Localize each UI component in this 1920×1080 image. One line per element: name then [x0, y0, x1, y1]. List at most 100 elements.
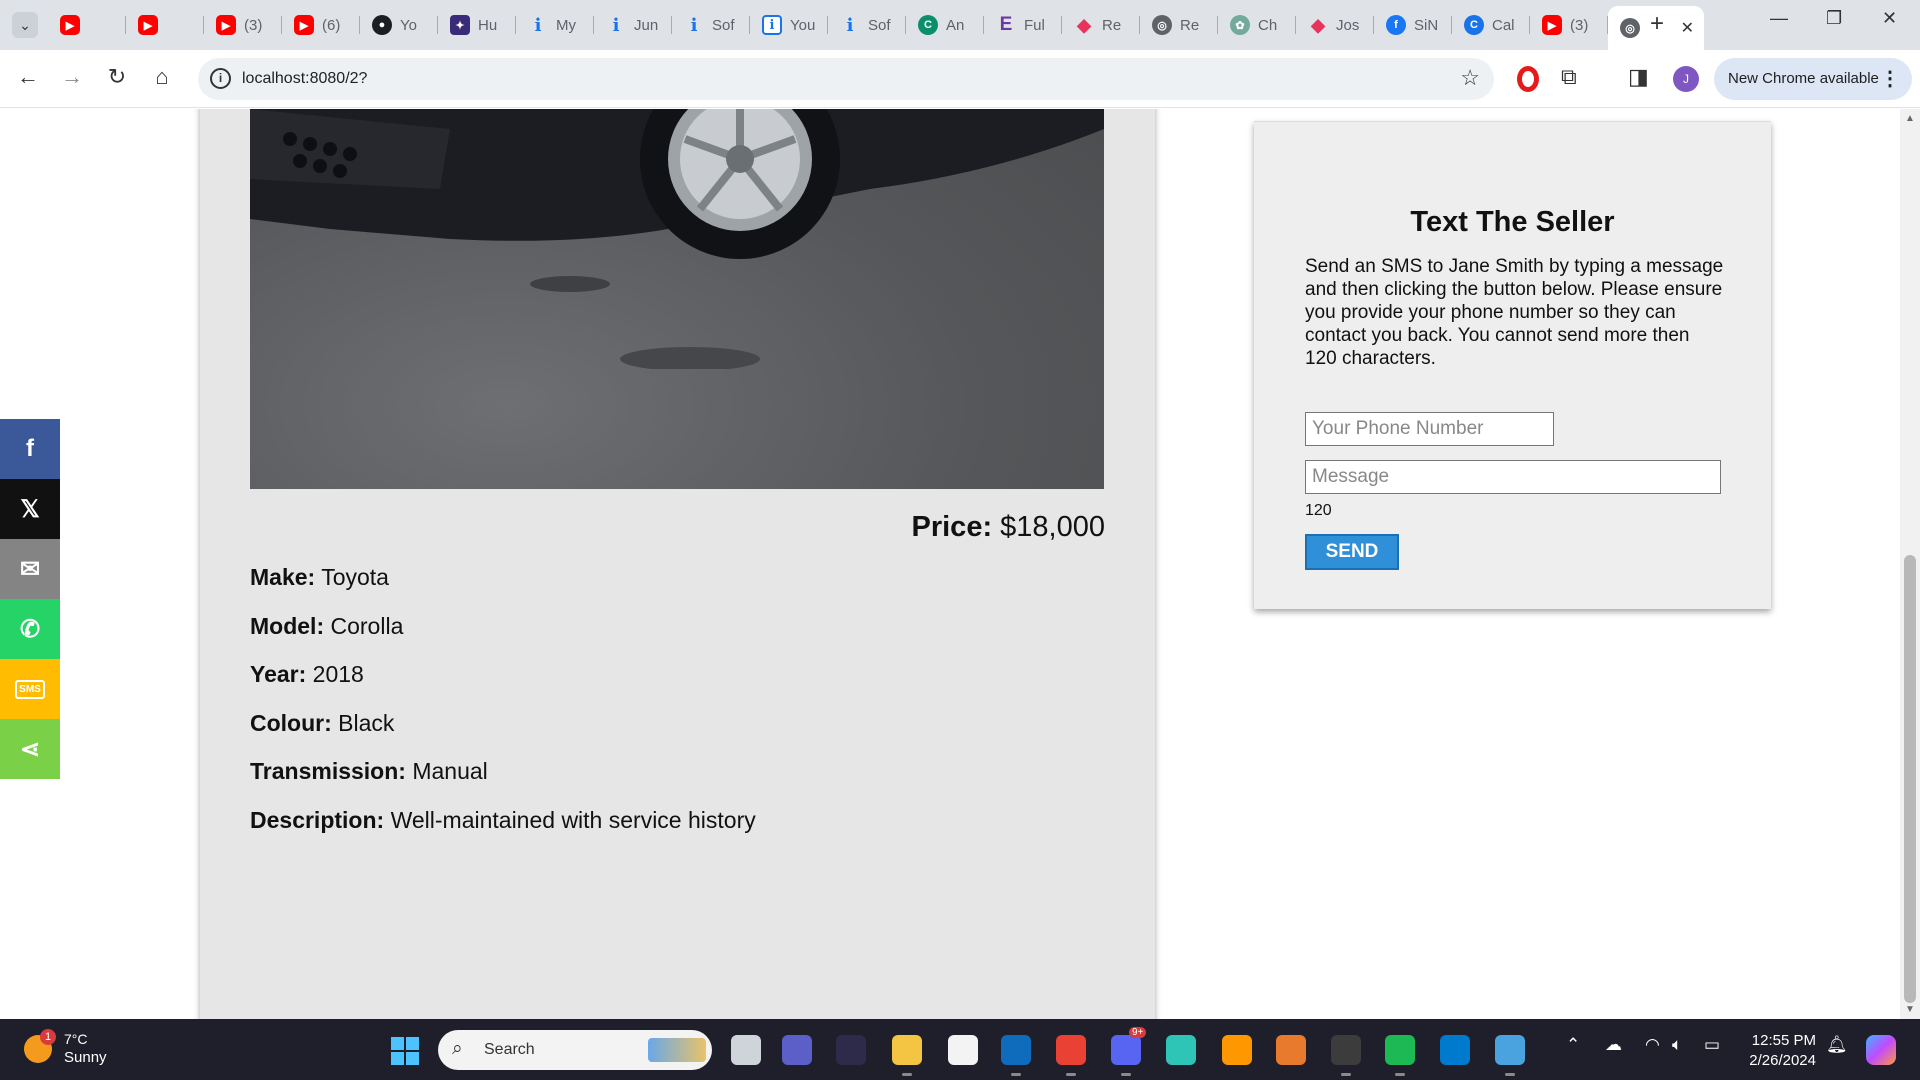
share-whatsapp-button[interactable]: ✆	[0, 599, 60, 659]
home-icon[interactable]: ⌂	[147, 64, 177, 90]
vscode-icon[interactable]	[1440, 1035, 1470, 1065]
edge-icon[interactable]	[1166, 1035, 1196, 1065]
browser-tab[interactable]: f SiN	[1374, 6, 1452, 44]
spec-row: Year: 2018	[250, 661, 756, 710]
opera-extension-icon[interactable]	[1517, 66, 1539, 92]
scroll-up-icon[interactable]: ▲	[1905, 113, 1915, 124]
browser-tab[interactable]: i Sof	[672, 6, 750, 44]
browser-tab[interactable]: ▶ (3)	[1530, 6, 1608, 44]
extensions-icon[interactable]: ⧉	[1561, 64, 1577, 90]
file-explorer-icon[interactable]	[892, 1035, 922, 1076]
onedrive-icon[interactable]: ☁	[1605, 1035, 1622, 1055]
address-bar[interactable]: i localhost:8080/2? ☆	[198, 58, 1494, 100]
notification-bell-icon[interactable]: 🔔︎	[1826, 1035, 1848, 1055]
forward-icon[interactable]: →	[57, 64, 87, 90]
browser-tab[interactable]: ▶	[126, 6, 204, 44]
spec-row: Colour: Black	[250, 710, 756, 759]
browser-tab[interactable]: ▶ (3)	[204, 6, 282, 44]
share-email-button[interactable]: ✉	[0, 539, 60, 599]
chrome-icon[interactable]	[1056, 1035, 1086, 1076]
wifi-icon[interactable]: ◠	[1645, 1035, 1660, 1055]
share-x-button[interactable]: 𝕏	[0, 479, 60, 539]
spec-key: Transmission:	[250, 758, 406, 784]
share-facebook-button[interactable]: f	[0, 419, 60, 479]
close-tab-icon[interactable]: ✕	[1681, 18, 1694, 38]
taskbar-search[interactable]: ⌕ Search	[438, 1030, 712, 1070]
share-more-button[interactable]: ⋖	[0, 719, 60, 779]
new-tab-button[interactable]: +	[1650, 10, 1664, 38]
spotify-icon[interactable]	[1385, 1035, 1415, 1076]
battery-icon[interactable]: ▭	[1704, 1035, 1720, 1055]
reload-icon[interactable]: ↻	[102, 64, 132, 90]
profile-avatar[interactable]: J	[1673, 66, 1699, 92]
browser-tab[interactable]: E Ful	[984, 6, 1062, 44]
url-text[interactable]: localhost:8080/2?	[242, 70, 367, 88]
site-info-icon[interactable]: i	[210, 68, 231, 89]
spec-row: Description: Well-maintained with servic…	[250, 807, 756, 856]
car-photo	[250, 109, 1104, 489]
minimize-icon[interactable]: —	[1770, 8, 1788, 29]
browser-tab[interactable]: ✦ Hu	[438, 6, 516, 44]
youtube-icon: ▶	[216, 15, 236, 35]
side-panel-icon[interactable]: ◨	[1628, 64, 1649, 90]
browser-tab[interactable]: ● Yo	[360, 6, 438, 44]
close-window-icon[interactable]: ✕	[1882, 8, 1897, 29]
browser-tab[interactable]: i You	[750, 6, 828, 44]
page-scrollbar[interactable]: ▲ ▼	[1900, 109, 1920, 1019]
browser-tab[interactable]: i Jun	[594, 6, 672, 44]
terminal-icon[interactable]	[1331, 1035, 1361, 1076]
copilot-icon[interactable]	[1866, 1035, 1896, 1065]
message-input[interactable]	[1305, 460, 1721, 494]
browser-tab[interactable]: ◆ Jos	[1296, 6, 1374, 44]
volume-icon[interactable]: 🔈︎	[1672, 1035, 1682, 1055]
clock-date: 2/26/2024	[1749, 1052, 1816, 1069]
outlook-icon[interactable]	[1001, 1035, 1031, 1076]
hu-app-icon: ✦	[450, 15, 470, 35]
spec-value: Manual	[412, 758, 488, 784]
tab-title: My	[556, 16, 576, 34]
page-viewport: Price: $18,000 Make: Toyota Model: Coroll…	[0, 109, 1900, 1019]
browser-tab[interactable]: ✿ Ch	[1218, 6, 1296, 44]
send-button[interactable]: SEND	[1305, 534, 1399, 570]
info-box-icon: i	[762, 15, 782, 35]
sublime-icon[interactable]	[1222, 1035, 1252, 1065]
browser-tab[interactable]: C An	[906, 6, 984, 44]
more-menu-icon[interactable]: ⋮	[1880, 58, 1900, 100]
scrollbar-thumb[interactable]	[1904, 555, 1916, 1003]
browser-tab[interactable]: i Sof	[828, 6, 906, 44]
zoom-icon[interactable]	[782, 1035, 812, 1065]
tab-title: Ch	[1258, 16, 1278, 34]
tab-search-button[interactable]: ⌄	[12, 12, 38, 38]
game-app-icon[interactable]	[836, 1035, 866, 1065]
tab-title: Sof	[868, 16, 891, 34]
windows-start-icon[interactable]	[391, 1037, 419, 1065]
share-sms-button[interactable]: SMS	[0, 659, 60, 719]
share-icon: ⋖	[19, 735, 41, 763]
notepad-icon[interactable]	[1495, 1035, 1525, 1076]
facebook-icon: f	[26, 435, 34, 462]
phone-number-input[interactable]	[1305, 412, 1554, 446]
tab-title: (3)	[244, 16, 263, 34]
task-view-icon[interactable]	[731, 1035, 761, 1065]
browser-tab[interactable]: ◆ Re	[1062, 6, 1140, 44]
restore-icon[interactable]: ❐	[1826, 8, 1842, 29]
browser-tab[interactable]: ▶ (6)	[282, 6, 360, 44]
back-icon[interactable]: ←	[13, 64, 43, 90]
discord-icon[interactable]: 9+	[1111, 1027, 1147, 1076]
system-clock[interactable]: 12:55 PM 2/26/2024	[1734, 1031, 1816, 1071]
tab-title: (3)	[1570, 16, 1589, 34]
microsoft-store-icon[interactable]	[948, 1035, 978, 1065]
tab-title: An	[946, 16, 965, 34]
new-chrome-available-button[interactable]: New Chrome available ⋮	[1714, 58, 1912, 100]
scroll-down-icon[interactable]: ▼	[1905, 1004, 1915, 1015]
search-highlight-art	[648, 1038, 706, 1062]
browser-tab[interactable]: ▶	[48, 6, 126, 44]
character-counter: 120	[1305, 502, 1332, 519]
browser-tab[interactable]: i My	[516, 6, 594, 44]
show-hidden-icons[interactable]: ⌃	[1566, 1035, 1580, 1055]
browser-tab[interactable]: ◎ Re	[1140, 6, 1218, 44]
postman-icon[interactable]	[1276, 1035, 1306, 1065]
browser-tab[interactable]: C Cal	[1452, 6, 1530, 44]
bookmark-star-icon[interactable]: ☆	[1460, 65, 1480, 91]
vehicle-specs: Make: Toyota Model: Corolla Year: 2018 Colo…	[250, 564, 756, 855]
